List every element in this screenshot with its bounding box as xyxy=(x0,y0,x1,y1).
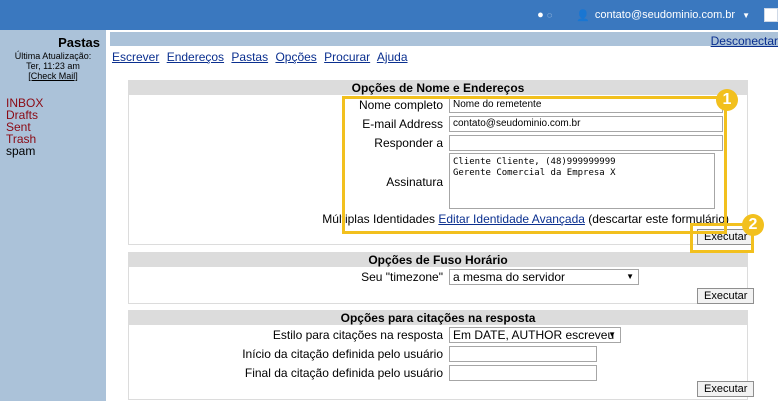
sidebar-title: Pastas xyxy=(58,35,100,50)
citation-end-label: Final da citação definida pelo usuário xyxy=(244,366,443,380)
timezone-label: Seu "timezone" xyxy=(361,270,443,284)
citation-style-label: Estilo para citações na resposta xyxy=(272,328,443,342)
menu-procurar[interactable]: Procurar xyxy=(324,50,370,64)
chevron-down-icon: ▼ xyxy=(608,330,616,339)
status-dots-icon: ● xyxy=(537,9,544,21)
top-menu: Escrever Endereços Pastas Opções Procura… xyxy=(112,50,412,64)
execute-button-reply[interactable]: Executar xyxy=(697,381,755,397)
folder-spam[interactable]: spam xyxy=(6,145,106,157)
chevron-down-icon: ▼ xyxy=(626,272,634,281)
folder-list: INBOX Drafts Sent Trash spam xyxy=(0,97,106,157)
user-email: contato@seudominio.com.br xyxy=(594,9,736,21)
citation-style-value: Em DATE, AUTHOR escreveu xyxy=(453,328,615,342)
step-badge-1: 1 xyxy=(716,89,738,111)
reply-citation-section: Opções para citações na resposta Estilo … xyxy=(128,310,755,400)
timezone-section: Opções de Fuso Horário Seu "timezone" a … xyxy=(128,252,755,304)
spinner-icon: ◌ xyxy=(546,10,553,20)
chevron-down-icon: ▼ xyxy=(742,10,750,20)
main-content: Desconectar Escrever Endereços Pastas Op… xyxy=(108,30,778,401)
timezone-value: a mesma do servidor xyxy=(453,270,566,284)
status-indicator: ● ◌ xyxy=(537,9,552,21)
last-update-label: Última Atualização: xyxy=(14,51,92,61)
top-search-input[interactable] xyxy=(764,8,778,22)
check-mail-link[interactable]: [Check Mail] xyxy=(28,71,78,81)
citation-start-label: Início da citação definida pelo usuário xyxy=(242,347,443,361)
section-title: Opções de Fuso Horário xyxy=(129,253,747,267)
section-title: Opções de Nome e Endereços xyxy=(129,81,747,95)
execute-button-timezone[interactable]: Executar xyxy=(697,288,755,304)
last-update: Última Atualização: Ter, 11:23 am [Check… xyxy=(0,51,106,81)
citation-style-select[interactable]: Em DATE, AUTHOR escreveu ▼ xyxy=(449,327,621,343)
menu-escrever[interactable]: Escrever xyxy=(112,50,159,64)
citation-start-input[interactable] xyxy=(449,346,597,362)
top-bar: ● ◌ 👤 contato@seudominio.com.br ▼ xyxy=(0,0,778,30)
menu-opcoes[interactable]: Opções xyxy=(275,50,316,64)
last-update-time: Ter, 11:23 am xyxy=(26,61,80,71)
highlight-box-identity xyxy=(342,96,727,234)
user-menu[interactable]: 👤 contato@seudominio.com.br ▼ xyxy=(576,9,750,22)
section-title: Opções para citações na resposta xyxy=(129,311,747,325)
user-icon: 👤 xyxy=(576,9,590,22)
sidebar: Pastas Última Atualização: Ter, 11:23 am… xyxy=(0,30,106,401)
menu-ajuda[interactable]: Ajuda xyxy=(377,50,408,64)
disconnect-link[interactable]: Desconectar xyxy=(711,34,778,48)
timezone-select[interactable]: a mesma do servidor ▼ xyxy=(449,269,639,285)
menu-enderecos[interactable]: Endereços xyxy=(167,50,224,64)
citation-end-input[interactable] xyxy=(449,365,597,381)
step-badge-2: 2 xyxy=(742,214,764,236)
menu-pastas[interactable]: Pastas xyxy=(231,50,268,64)
main-header xyxy=(110,32,778,46)
